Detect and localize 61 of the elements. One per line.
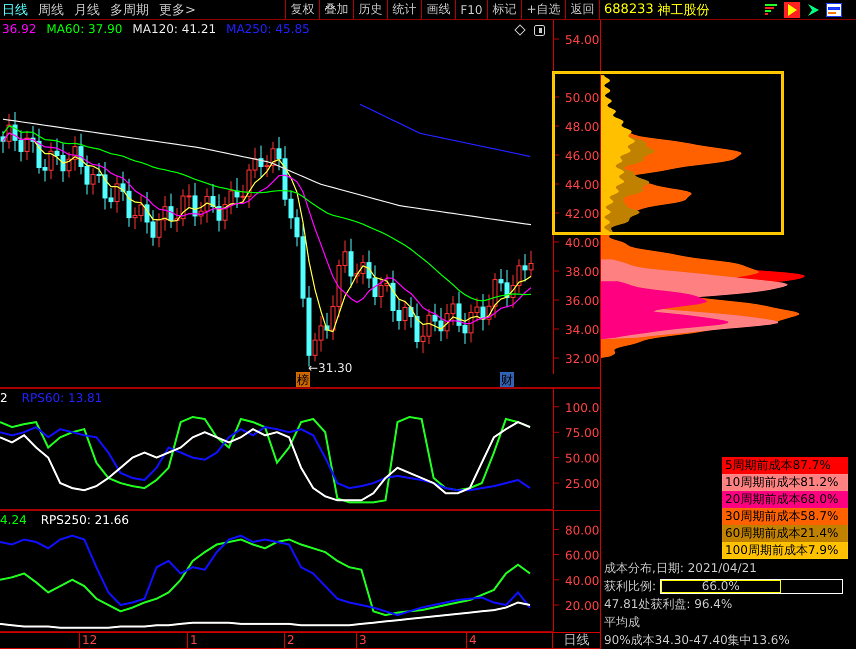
price-axis-label: 34.00 [565, 323, 600, 337]
diamond-icon [514, 24, 526, 36]
legend-value: RPS250: 21.66 [40, 513, 130, 527]
price-axis-label: 48.00 [565, 120, 600, 134]
legend-value: MA250: 45.85 [226, 22, 310, 36]
rps-axis-label: 80.00 [565, 523, 600, 538]
price-axis-label: 46.00 [565, 149, 600, 163]
period-tab[interactable]: 日线 [2, 0, 28, 18]
window-icon [826, 2, 842, 16]
price-axis-label: 50.00 [565, 91, 600, 105]
rps-axis-label: 100.0 [565, 400, 600, 415]
profit-ratio-fill: 66.0% [661, 580, 780, 593]
event-badge: 榜 [296, 372, 310, 387]
period-tab[interactable]: 月线 [74, 0, 100, 18]
period-label: 日线 [552, 633, 600, 648]
period-tab[interactable]: 周线 [38, 0, 64, 18]
price-axis-label: 54.00 [565, 33, 600, 47]
event-badge: 财 [500, 372, 514, 387]
cost-statistic: 平均成 [603, 614, 641, 631]
price-axis-label: 38.00 [565, 265, 600, 279]
month-label: 4 [466, 633, 477, 648]
legend-value: MA60: 37.90 [46, 22, 122, 36]
cost-legend-item: 20周期前成本68.0% [722, 491, 848, 508]
legend-value: RPS60: 13.81 [22, 391, 102, 405]
month-label: 1 [187, 633, 198, 648]
period-tab[interactable]: 更多> [159, 0, 196, 18]
cost-legend-item: 30周期前成本58.7% [722, 508, 848, 526]
profit-ratio-label: 获利比例: [604, 578, 656, 595]
arrow-icon [806, 2, 820, 16]
cost-legend-item: 10周期前成本81.2% [722, 474, 848, 492]
legend-value: MA120: 41.21 [132, 22, 216, 36]
price-axis-label: 32.00 [565, 352, 600, 366]
stock-name: 神工股份 [658, 2, 710, 18]
price-axis-label: 44.00 [565, 178, 600, 192]
rps-axis-label: 40.00 [565, 574, 600, 588]
cost-legend-item: 5周期前成本87.7% [722, 457, 848, 474]
price-axis-label: 42.00 [565, 207, 600, 221]
panel-toggle-icon [534, 25, 545, 36]
rps-axis-label: 75.00 [565, 426, 600, 440]
price-axis-label: 36.00 [565, 294, 600, 308]
legend-value: 36.92 [2, 22, 36, 36]
cost-legend-item: 100周期前成本7.9% [722, 542, 848, 560]
bars-icon [764, 2, 778, 16]
cost-statistic: 47.81处获利盘: 96.4% [603, 596, 734, 613]
month-label: 2 [284, 633, 295, 648]
distribution-date: 成本分布,日期: 2021/04/21 [603, 560, 758, 578]
rps-axis-label: 50.00 [565, 452, 600, 466]
cost-legend-item: 60周期前成本21.4% [722, 525, 848, 542]
rps-axis-label: 60.00 [565, 548, 600, 563]
period-tab[interactable]: 多周期 [110, 0, 149, 18]
stock-code: 688233 [604, 2, 654, 17]
legend-value: 2 [0, 391, 8, 405]
price-axis-label: 40.00 [565, 236, 600, 250]
toolbar-button[interactable]: 返回 [564, 0, 600, 19]
low-price-label: ←31.30 [308, 361, 352, 376]
legend-value: 4.24 [0, 513, 27, 527]
cost-statistic: 90%成本34.30-47.40集中13.6% [603, 632, 791, 649]
rps-axis-label: 25.00 [565, 477, 600, 492]
month-label: 3 [356, 633, 367, 648]
month-label: 12 [79, 633, 98, 648]
rps-axis-label: 20.00 [565, 599, 600, 614]
